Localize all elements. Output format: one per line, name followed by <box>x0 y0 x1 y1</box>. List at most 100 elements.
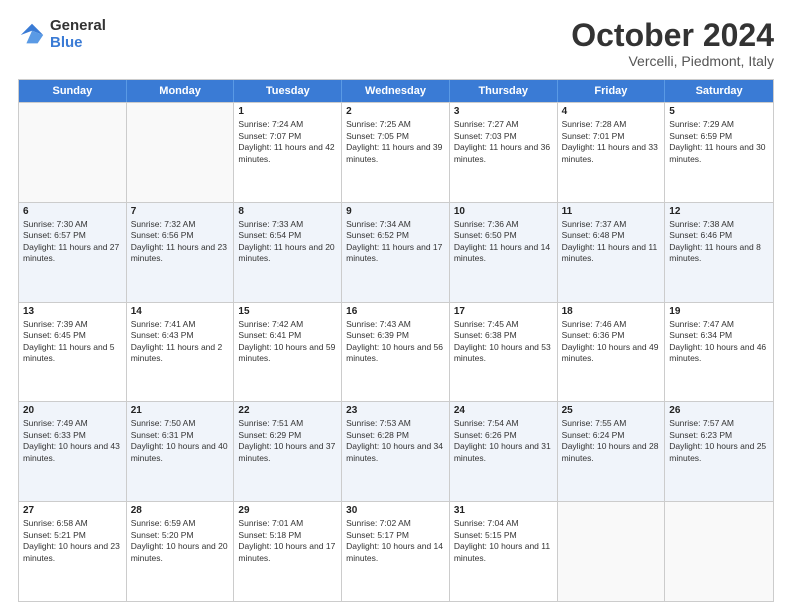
day-info: Sunrise: 7:43 AM Sunset: 6:39 PM Dayligh… <box>346 319 445 365</box>
subtitle: Vercelli, Piedmont, Italy <box>571 53 774 69</box>
calendar-day-28: 28 Sunrise: 6:59 AM Sunset: 5:20 PM Dayli… <box>127 502 235 601</box>
day-number: 19 <box>669 306 769 317</box>
day-number: 6 <box>23 206 122 217</box>
calendar: SundayMondayTuesdayWednesdayThursdayFrid… <box>18 79 774 602</box>
day-info: Sunrise: 7:41 AM Sunset: 6:43 PM Dayligh… <box>131 319 230 365</box>
day-info: Sunrise: 7:01 AM Sunset: 5:18 PM Dayligh… <box>238 518 337 564</box>
day-info: Sunrise: 7:32 AM Sunset: 6:56 PM Dayligh… <box>131 219 230 265</box>
day-info: Sunrise: 7:45 AM Sunset: 6:38 PM Dayligh… <box>454 319 553 365</box>
calendar-day-21: 21Sunrise: 7:50 AM Sunset: 6:31 PM Dayli… <box>127 402 235 501</box>
day-info: Sunrise: 7:28 AM Sunset: 7:01 PM Dayligh… <box>562 119 661 165</box>
day-number: 14 <box>131 306 230 317</box>
day-number: 11 <box>562 206 661 217</box>
day-header-saturday: Saturday <box>665 80 773 102</box>
day-number: 7 <box>131 206 230 217</box>
day-info: Sunrise: 7:50 AM Sunset: 6:31 PM Dayligh… <box>131 418 230 464</box>
day-info: Sunrise: 7:54 AM Sunset: 6:26 PM Dayligh… <box>454 418 553 464</box>
day-number: 31 <box>454 505 553 516</box>
day-number: 23 <box>346 405 445 416</box>
day-number: 13 <box>23 306 122 317</box>
day-info: Sunrise: 7:47 AM Sunset: 6:34 PM Dayligh… <box>669 319 769 365</box>
day-info: Sunrise: 7:24 AM Sunset: 7:07 PM Dayligh… <box>238 119 337 165</box>
day-number: 20 <box>23 405 122 416</box>
calendar-day-30: 30 Sunrise: 7:02 AM Sunset: 5:17 PM Dayli… <box>342 502 450 601</box>
calendar-day-19: 19 Sunrise: 7:47 AM Sunset: 6:34 PM Dayli… <box>665 303 773 402</box>
day-info: Sunrise: 7:53 AM Sunset: 6:28 PM Dayligh… <box>346 418 445 464</box>
calendar-day-23: 23 Sunrise: 7:53 AM Sunset: 6:28 PM Dayli… <box>342 402 450 501</box>
day-info: Sunrise: 7:37 AM Sunset: 6:48 PM Dayligh… <box>562 219 661 265</box>
calendar-day-2: 2 Sunrise: 7:25 AM Sunset: 7:05 PM Daylig… <box>342 103 450 202</box>
calendar-day-15: 15 Sunrise: 7:42 AM Sunset: 6:41 PM Dayli… <box>234 303 342 402</box>
day-info: Sunrise: 6:59 AM Sunset: 5:20 PM Dayligh… <box>131 518 230 564</box>
day-number: 22 <box>238 405 337 416</box>
calendar-empty-cell <box>558 502 666 601</box>
day-number: 2 <box>346 106 445 117</box>
calendar-day-10: 10Sunrise: 7:36 AM Sunset: 6:50 PM Dayli… <box>450 203 558 302</box>
calendar-empty-cell <box>19 103 127 202</box>
calendar-day-13: 13Sunrise: 7:39 AM Sunset: 6:45 PM Dayli… <box>19 303 127 402</box>
calendar-body: 1 Sunrise: 7:24 AM Sunset: 7:07 PM Daylig… <box>19 102 773 601</box>
day-info: Sunrise: 6:58 AM Sunset: 5:21 PM Dayligh… <box>23 518 122 564</box>
day-info: Sunrise: 7:25 AM Sunset: 7:05 PM Dayligh… <box>346 119 445 165</box>
calendar-week-5: 27 Sunrise: 6:58 AM Sunset: 5:21 PM Dayli… <box>19 501 773 601</box>
calendar-day-6: 6 Sunrise: 7:30 AM Sunset: 6:57 PM Daylig… <box>19 203 127 302</box>
calendar-day-7: 7 Sunrise: 7:32 AM Sunset: 6:56 PM Daylig… <box>127 203 235 302</box>
day-info: Sunrise: 7:02 AM Sunset: 5:17 PM Dayligh… <box>346 518 445 564</box>
day-number: 26 <box>669 405 769 416</box>
day-info: Sunrise: 7:42 AM Sunset: 6:41 PM Dayligh… <box>238 319 337 365</box>
day-info: Sunrise: 7:57 AM Sunset: 6:23 PM Dayligh… <box>669 418 769 464</box>
day-info: Sunrise: 7:51 AM Sunset: 6:29 PM Dayligh… <box>238 418 337 464</box>
calendar-day-12: 12Sunrise: 7:38 AM Sunset: 6:46 PM Dayli… <box>665 203 773 302</box>
calendar-day-17: 17Sunrise: 7:45 AM Sunset: 6:38 PM Dayli… <box>450 303 558 402</box>
day-header-thursday: Thursday <box>450 80 558 102</box>
day-info: Sunrise: 7:46 AM Sunset: 6:36 PM Dayligh… <box>562 319 661 365</box>
calendar-day-29: 29 Sunrise: 7:01 AM Sunset: 5:18 PM Dayli… <box>234 502 342 601</box>
calendar-week-4: 20Sunrise: 7:49 AM Sunset: 6:33 PM Dayli… <box>19 401 773 501</box>
calendar-empty-cell <box>127 103 235 202</box>
calendar-day-5: 5Sunrise: 7:29 AM Sunset: 6:59 PM Daylig… <box>665 103 773 202</box>
day-number: 15 <box>238 306 337 317</box>
day-info: Sunrise: 7:33 AM Sunset: 6:54 PM Dayligh… <box>238 219 337 265</box>
day-number: 5 <box>669 106 769 117</box>
day-number: 10 <box>454 206 553 217</box>
day-header-wednesday: Wednesday <box>342 80 450 102</box>
day-info: Sunrise: 7:38 AM Sunset: 6:46 PM Dayligh… <box>669 219 769 265</box>
title-block: October 2024 Vercelli, Piedmont, Italy <box>571 18 774 69</box>
day-number: 24 <box>454 405 553 416</box>
day-info: Sunrise: 7:30 AM Sunset: 6:57 PM Dayligh… <box>23 219 122 265</box>
logo-general: General <box>50 18 106 35</box>
day-number: 25 <box>562 405 661 416</box>
day-number: 4 <box>562 106 661 117</box>
calendar-day-4: 4 Sunrise: 7:28 AM Sunset: 7:01 PM Daylig… <box>558 103 666 202</box>
calendar-day-14: 14 Sunrise: 7:41 AM Sunset: 6:43 PM Dayli… <box>127 303 235 402</box>
logo-text: General Blue <box>50 18 106 51</box>
day-number: 28 <box>131 505 230 516</box>
day-number: 1 <box>238 106 337 117</box>
calendar-day-16: 16 Sunrise: 7:43 AM Sunset: 6:39 PM Dayli… <box>342 303 450 402</box>
calendar-day-26: 26 Sunrise: 7:57 AM Sunset: 6:23 PM Dayli… <box>665 402 773 501</box>
calendar-day-24: 24 Sunrise: 7:54 AM Sunset: 6:26 PM Dayli… <box>450 402 558 501</box>
calendar-day-25: 25 Sunrise: 7:55 AM Sunset: 6:24 PM Dayli… <box>558 402 666 501</box>
day-number: 16 <box>346 306 445 317</box>
day-header-tuesday: Tuesday <box>234 80 342 102</box>
calendar-day-1: 1 Sunrise: 7:24 AM Sunset: 7:07 PM Daylig… <box>234 103 342 202</box>
day-number: 29 <box>238 505 337 516</box>
day-header-monday: Monday <box>127 80 235 102</box>
calendar-week-2: 6 Sunrise: 7:30 AM Sunset: 6:57 PM Daylig… <box>19 202 773 302</box>
calendar-week-3: 13Sunrise: 7:39 AM Sunset: 6:45 PM Dayli… <box>19 302 773 402</box>
logo: General Blue <box>18 18 106 51</box>
day-number: 30 <box>346 505 445 516</box>
day-header-friday: Friday <box>558 80 666 102</box>
day-number: 3 <box>454 106 553 117</box>
day-info: Sunrise: 7:55 AM Sunset: 6:24 PM Dayligh… <box>562 418 661 464</box>
month-title: October 2024 <box>571 18 774 53</box>
day-info: Sunrise: 7:34 AM Sunset: 6:52 PM Dayligh… <box>346 219 445 265</box>
calendar-day-9: 9 Sunrise: 7:34 AM Sunset: 6:52 PM Daylig… <box>342 203 450 302</box>
day-number: 27 <box>23 505 122 516</box>
calendar-day-11: 11 Sunrise: 7:37 AM Sunset: 6:48 PM Dayli… <box>558 203 666 302</box>
calendar-empty-cell <box>665 502 773 601</box>
day-info: Sunrise: 7:04 AM Sunset: 5:15 PM Dayligh… <box>454 518 553 564</box>
day-number: 9 <box>346 206 445 217</box>
calendar-day-18: 18Sunrise: 7:46 AM Sunset: 6:36 PM Dayli… <box>558 303 666 402</box>
calendar-day-3: 3Sunrise: 7:27 AM Sunset: 7:03 PM Daylig… <box>450 103 558 202</box>
